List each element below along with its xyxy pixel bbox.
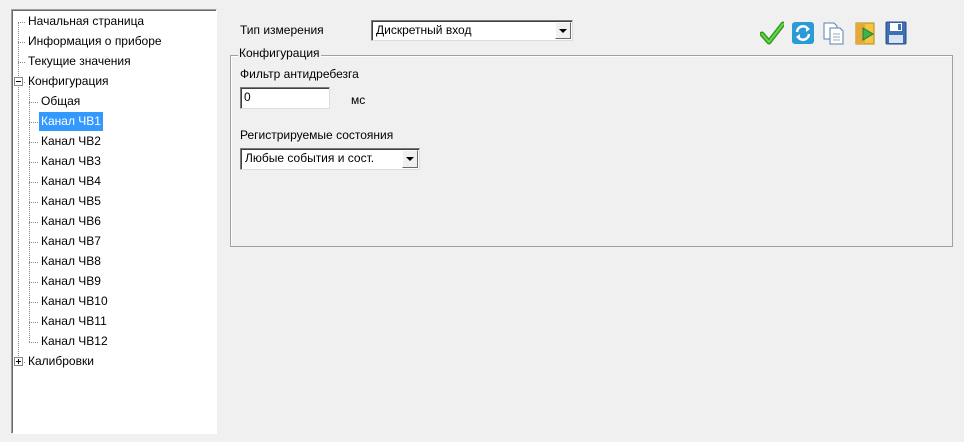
debounce-filter-value: 0 (244, 90, 251, 104)
tree-item-label: Конфигурация (28, 74, 109, 88)
tree-item[interactable]: Калибровки (12, 352, 212, 372)
tree-item[interactable]: Канал ЧВ6 (12, 212, 212, 232)
tree-item[interactable]: Канал ЧВ11 (12, 312, 212, 332)
tree-item[interactable]: Начальная страница (12, 12, 212, 32)
tree-item-label: Канал ЧВ4 (41, 174, 101, 188)
tree-item[interactable]: Конфигурация (12, 72, 212, 92)
tree-item-label: Текущие значения (28, 54, 131, 68)
tree-item-label: Канал ЧВ11 (41, 314, 107, 328)
tree-item[interactable]: Канал ЧВ5 (12, 192, 212, 212)
copy-icon[interactable] (822, 20, 846, 46)
registered-states-value: Любые события и сост. (245, 151, 375, 165)
tree-item-label: Канал ЧВ7 (41, 234, 101, 248)
tree-item[interactable]: Канал ЧВ4 (12, 172, 212, 192)
registered-states-label: Регистрируемые состояния (240, 128, 394, 142)
tree-item[interactable]: Канал ЧВ7 (12, 232, 212, 252)
tree-item[interactable]: Канал ЧВ2 (12, 132, 212, 152)
tree-item-label: Начальная страница (28, 14, 145, 28)
debounce-filter-input[interactable]: 0 (240, 87, 330, 109)
tree-item-label: Канал ЧВ6 (41, 214, 101, 228)
tree-item-label: Калибровки (28, 354, 94, 368)
tree-item[interactable]: Информация о приборе (12, 32, 212, 52)
apply-check-icon[interactable] (759, 20, 786, 46)
tree-item-label: Канал ЧВ3 (41, 154, 101, 168)
tree-item-label: Информация о приборе (28, 34, 162, 48)
measurement-type-label: Тип измерения (240, 23, 324, 37)
tree-item-label: Канал ЧВ8 (41, 254, 101, 268)
tree-item-label: Канал ЧВ9 (41, 274, 101, 288)
tree-item-label: Канал ЧВ5 (41, 194, 101, 208)
tree-item-label: Канал ЧВ12 (41, 334, 108, 348)
tree-item[interactable]: Канал ЧВ3 (12, 152, 212, 172)
measurement-type-select[interactable]: Дискретный вход (371, 20, 573, 41)
registered-states-select[interactable]: Любые события и сост. (240, 148, 420, 170)
tree-item-label: Канал ЧВ1 (38, 111, 104, 132)
export-icon[interactable] (853, 20, 877, 46)
tree-item[interactable]: Общая (12, 92, 212, 112)
tree-item-label: Канал ЧВ2 (41, 134, 101, 148)
tree-item[interactable]: Канал ЧВ8 (12, 252, 212, 272)
refresh-icon[interactable] (791, 20, 815, 46)
save-disk-icon[interactable] (884, 20, 908, 46)
navigation-tree[interactable]: Начальная страница Информация о приборе Те… (11, 9, 217, 434)
debounce-filter-label: Фильтр антидребезга (240, 67, 359, 81)
configuration-group-title: Конфигурация (238, 45, 321, 61)
registered-states-dropdown-button[interactable] (402, 150, 418, 168)
tree-item-label: Общая (41, 94, 81, 108)
measurement-type-value: Дискретный вход (376, 23, 472, 37)
debounce-filter-unit: мс (351, 93, 366, 107)
tree-item[interactable]: Канал ЧВ12 (12, 332, 212, 352)
collapse-icon[interactable] (14, 77, 23, 86)
tree-item[interactable]: Канал ЧВ1 (12, 111, 212, 132)
tree-item[interactable]: Текущие значения (12, 52, 212, 72)
tree-item[interactable]: Канал ЧВ10 (12, 292, 212, 312)
tree-item-label: Канал ЧВ10 (41, 294, 108, 308)
tree-item[interactable]: Канал ЧВ9 (12, 272, 212, 292)
measurement-type-dropdown-button[interactable] (555, 22, 571, 39)
expand-icon[interactable] (14, 357, 23, 366)
